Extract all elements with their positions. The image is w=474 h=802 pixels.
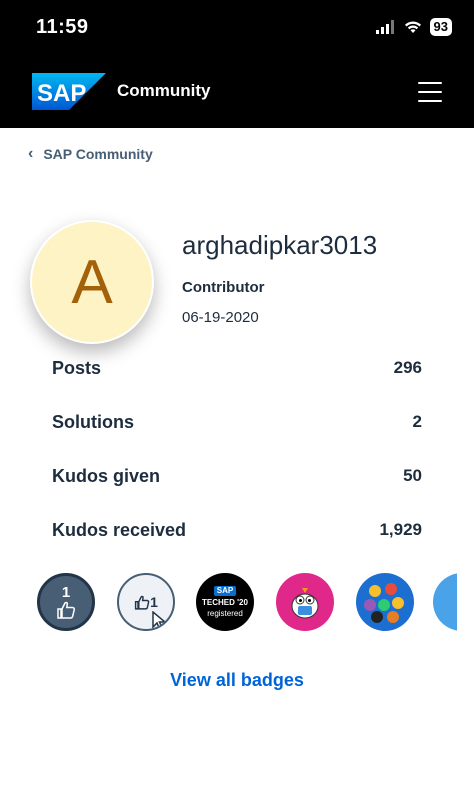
- avatar[interactable]: A: [30, 220, 154, 344]
- avatar-initial: A: [71, 247, 113, 317]
- view-all-badges-link[interactable]: View all badges: [0, 670, 474, 691]
- teched-2020-badge[interactable]: SAP TECHED '20 registered: [196, 573, 254, 631]
- pink-bird-badge[interactable]: [276, 573, 334, 631]
- status-icons: 93: [375, 18, 452, 36]
- badge-sap-logo: SAP: [213, 585, 237, 596]
- badges-row: 1 1 SAP TECHED '20 registered: [37, 573, 457, 633]
- kudos-given-1-badge[interactable]: 1: [117, 573, 175, 631]
- app-header: SAP Community: [0, 56, 474, 128]
- thumbs-up-icon: [134, 595, 150, 610]
- stat-row-solutions: Solutions 2: [52, 412, 422, 466]
- stat-value: 1,929: [379, 520, 422, 539]
- chevron-left-icon: ‹: [28, 145, 34, 162]
- wifi-icon: [404, 21, 421, 33]
- stat-value: 2: [412, 412, 422, 431]
- stat-label: Posts: [52, 358, 102, 378]
- stat-label: Solutions: [52, 412, 134, 432]
- birds-group-icon: [364, 583, 404, 623]
- status-bar: 11:59 93: [0, 0, 474, 56]
- badge-count: 1: [61, 584, 71, 601]
- username: arghadipkar3013: [182, 230, 378, 260]
- join-date: 06-19-2020: [182, 309, 259, 326]
- blue-birds-badge[interactable]: [356, 573, 414, 631]
- stat-label: Kudos given: [52, 466, 161, 486]
- badge-title: TECHED '20: [202, 597, 248, 607]
- stat-row-kudos-given: Kudos given 50: [52, 466, 422, 520]
- menu-icon-line: [418, 91, 442, 93]
- menu-icon-line: [418, 100, 442, 102]
- partial-badge[interactable]: [433, 573, 457, 631]
- cursor-pointer-icon: [152, 611, 167, 629]
- breadcrumb-label: SAP Community: [43, 146, 153, 162]
- kudos-1-badge[interactable]: 1: [37, 573, 95, 631]
- user-rank: Contributor: [182, 279, 265, 296]
- bird-mascot-icon: [291, 588, 319, 619]
- battery-indicator: 93: [429, 18, 452, 36]
- stat-row-kudos-received: Kudos received 1,929: [52, 520, 422, 574]
- breadcrumb-back-link[interactable]: ‹ SAP Community: [28, 145, 153, 163]
- stats-list: Posts 296 Solutions 2 Kudos given 50 Kud…: [52, 358, 422, 574]
- badge-count: 1: [150, 594, 158, 610]
- cellular-signal-icon: [375, 20, 394, 34]
- header-title: Community: [117, 81, 211, 100]
- stat-value: 296: [393, 358, 422, 377]
- menu-icon-line: [418, 82, 442, 84]
- status-time: 11:59: [36, 16, 89, 38]
- stat-row-posts: Posts 296: [52, 358, 422, 412]
- stat-label: Kudos received: [52, 520, 187, 540]
- sap-logo-text: SAP: [37, 80, 86, 107]
- hamburger-menu-button[interactable]: [418, 82, 442, 102]
- thumbs-up-icon: [57, 601, 76, 619]
- stat-value: 50: [403, 466, 422, 485]
- badge-subtitle: registered: [207, 608, 243, 618]
- sap-logo[interactable]: SAP: [32, 73, 106, 110]
